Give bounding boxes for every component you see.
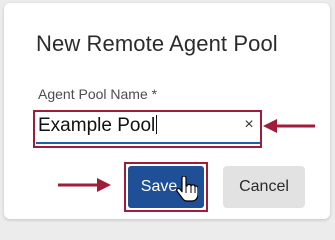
agent-pool-name-label: Agent Pool Name * — [38, 86, 158, 102]
arrow-icon — [58, 178, 111, 192]
dialog-title: New Remote Agent Pool — [36, 31, 278, 56]
cancel-button[interactable]: Cancel — [223, 166, 305, 208]
hand-pointer-icon — [176, 176, 198, 202]
agent-pool-name-input[interactable]: Example Pool × — [36, 112, 260, 144]
agent-pool-name-value: Example Pool — [38, 115, 156, 136]
close-icon[interactable]: × — [242, 116, 256, 134]
arrow-icon — [263, 119, 315, 133]
new-remote-agent-pool-dialog: New Remote Agent Pool Agent Pool Name * … — [4, 3, 330, 219]
text-caret — [156, 115, 158, 134]
